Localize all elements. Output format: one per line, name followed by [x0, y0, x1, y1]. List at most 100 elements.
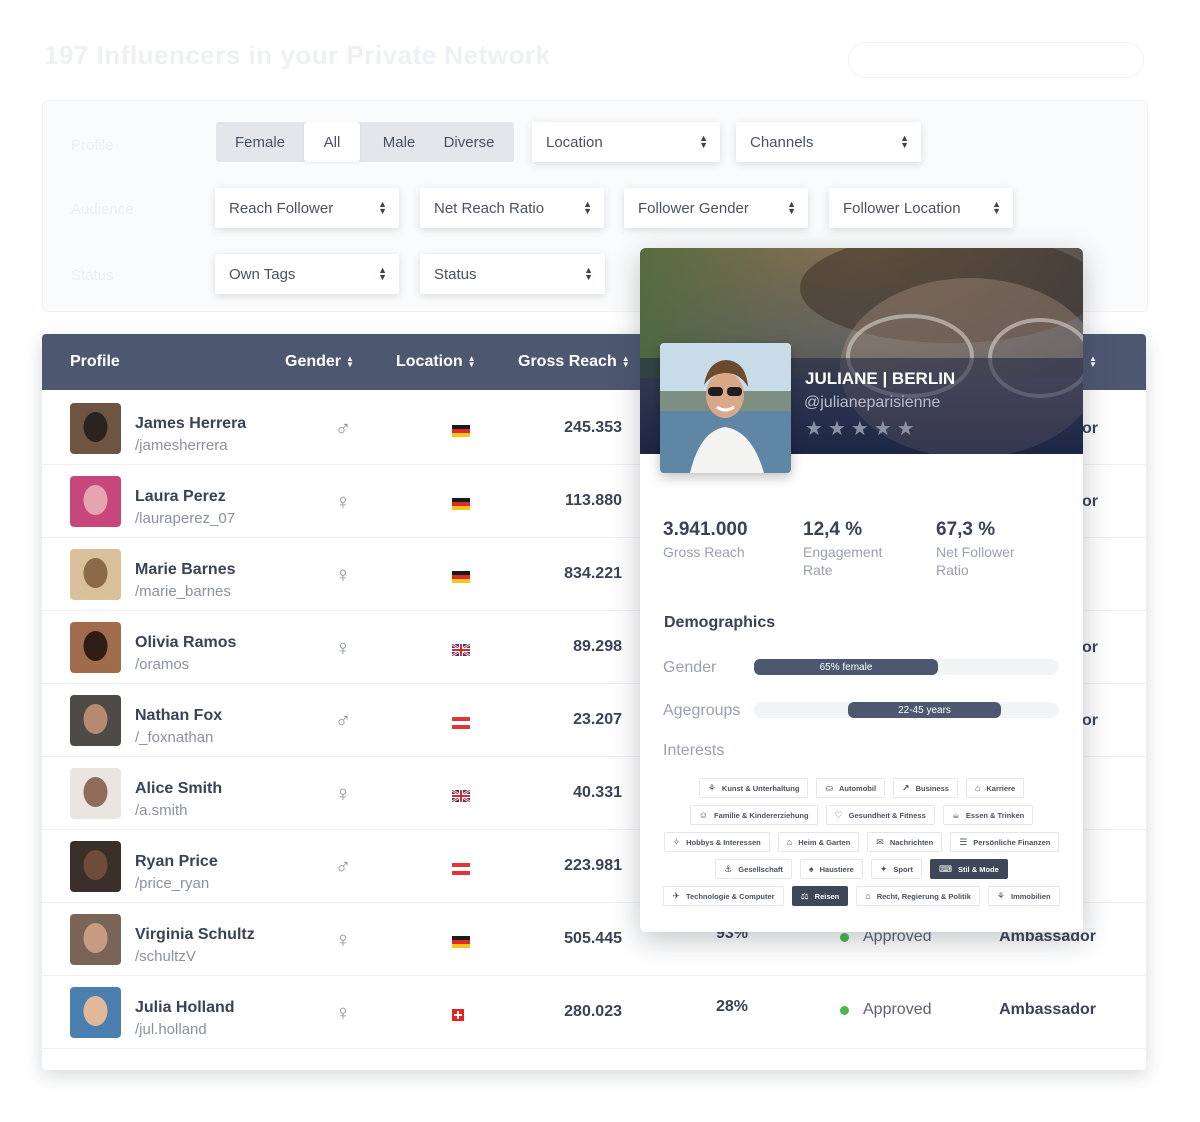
interest-chip[interactable]: ⌨ Stil & Mode: [929, 859, 1008, 879]
interest-category-icon: ↗: [902, 782, 910, 793]
avatar[interactable]: [70, 768, 121, 819]
column-header-gender[interactable]: Gender ▲ ▼: [285, 334, 354, 390]
female-icon: ♀: [334, 1000, 352, 1025]
interest-chip[interactable]: ⌂ Heim & Garten: [777, 832, 860, 852]
table-row[interactable]: Julia Holland/jul.holland ♀ 280.023 28% Appr…: [42, 976, 1146, 1049]
avatar[interactable]: [70, 476, 121, 527]
interest-chip[interactable]: ✈ Technologie & Computer: [663, 886, 784, 906]
influencer-name[interactable]: James Herrera: [135, 415, 246, 433]
star-icon[interactable]: ★: [874, 419, 892, 439]
interest-chip[interactable]: ⌂ Recht, Regierung & Politik: [856, 886, 980, 906]
status-dropdown[interactable]: Status ▲ ▼: [420, 254, 605, 294]
column-header-profile[interactable]: Profile: [70, 334, 120, 390]
follower-gender-dropdown[interactable]: Follower Gender ▲ ▼: [624, 188, 808, 228]
interest-chip[interactable]: ♡ Gesundheit & Fitness: [825, 805, 935, 825]
interest-chip[interactable]: ⚓ Gesellschaft: [715, 859, 792, 879]
interest-chip[interactable]: ↗ Business: [893, 778, 958, 798]
avatar[interactable]: [70, 987, 121, 1038]
interest-chip-label: Haustiere: [819, 864, 854, 874]
avatar[interactable]: [70, 914, 121, 965]
interest-chip-label: Essen & Trinken: [965, 810, 1025, 820]
own-tags-dropdown[interactable]: Own Tags ▲ ▼: [215, 254, 399, 294]
location-dropdown[interactable]: Location ▲ ▼: [532, 122, 720, 162]
reach-follower-dropdown[interactable]: Reach Follower ▲ ▼: [215, 188, 399, 228]
interest-chip[interactable]: ⚖ Reisen: [791, 886, 849, 906]
interest-chip[interactable]: ⚘ Immobilien: [987, 886, 1060, 906]
segment-male[interactable]: Male: [360, 122, 438, 162]
interest-chip[interactable]: ⌂ Karriere: [965, 778, 1025, 798]
female-icon: ♀: [334, 781, 352, 806]
star-icon[interactable]: ★: [897, 419, 915, 439]
segment-diverse[interactable]: Diverse: [438, 122, 500, 162]
influencer-name[interactable]: Nathan Fox: [135, 707, 222, 725]
interest-chip-label: Stil & Mode: [957, 864, 999, 874]
gross-reach-value: 245.353: [564, 419, 622, 436]
interest-chip-label: Gesellschaft: [738, 864, 783, 874]
star-icon[interactable]: ★: [851, 419, 869, 439]
stat-net-follower-label: Net Follower Ratio: [936, 544, 1015, 578]
gross-reach-value: 40.331: [573, 784, 622, 801]
influencer-name[interactable]: Marie Barnes: [135, 561, 236, 579]
column-header-hidden-sort[interactable]: ▲ ▼: [1084, 334, 1097, 390]
interest-chip-row: ⚘ Kunst & Unterhaltung ⛀ Automobil ↗ Business…: [660, 778, 1063, 798]
avatar[interactable]: [70, 403, 121, 454]
interest-chip[interactable]: ☕ Essen & Trinken: [942, 805, 1034, 825]
sort-arrows-icon: ▲ ▼: [699, 133, 708, 150]
flag-icon-de: [452, 935, 470, 948]
interest-category-icon: ☰: [959, 836, 968, 847]
influencer-name[interactable]: Ryan Price: [135, 853, 218, 871]
interest-chip-label: Reisen: [814, 891, 840, 901]
influencer-name[interactable]: Virginia Schultz: [135, 926, 255, 944]
interest-chip[interactable]: ⛀ Automobil: [816, 778, 886, 798]
interest-chip[interactable]: ✧ Hobbys & Interessen: [663, 832, 770, 852]
flag-icon-de: [452, 570, 470, 583]
influencer-name[interactable]: Alice Smith: [135, 780, 222, 798]
avatar[interactable]: [70, 622, 121, 673]
influencer-name[interactable]: Olivia Ramos: [135, 634, 236, 652]
female-icon: ♀: [334, 635, 352, 660]
interest-chip-label: Karriere: [986, 783, 1016, 793]
gender-bar-fill: 65% female: [754, 659, 938, 675]
interest-chip[interactable]: ✉ Nachrichten: [867, 832, 943, 852]
column-header-gross-reach[interactable]: Gross Reach ▲ ▼: [518, 334, 630, 390]
interest-chip[interactable]: ☺ Familie & Kindererziehung: [689, 805, 818, 825]
flag-icon-at: [452, 862, 470, 875]
search-input[interactable]: [848, 42, 1144, 78]
interest-chip-label: Nachrichten: [889, 837, 934, 847]
page-title: 197 Influencers in your Private Network: [44, 40, 551, 70]
avatar[interactable]: [70, 695, 121, 746]
interest-chip[interactable]: ♠ Haustiere: [799, 859, 863, 879]
avatar[interactable]: [70, 841, 121, 892]
star-icon[interactable]: ★: [828, 419, 846, 439]
interest-chip[interactable]: ✦ Sport: [870, 859, 922, 879]
interest-chip-row: ✈ Technologie & Computer ⚖ Reisen ⌂ Recht, Re…: [660, 886, 1063, 906]
net-reach-ratio-dropdown[interactable]: Net Reach Ratio ▲ ▼: [420, 188, 604, 228]
sort-icon: ▲ ▼: [346, 354, 354, 369]
interest-chip[interactable]: ☰ Persönliche Finanzen: [950, 832, 1060, 852]
channels-dropdown[interactable]: Channels ▲ ▼: [736, 122, 921, 162]
influencer-profile-card: JULIANE | BERLIN @julianeparisienne ★ ★ ★ ★…: [640, 248, 1083, 932]
reach-follower-label: Reach Follower: [229, 199, 334, 217]
approved-dot-icon: [840, 932, 849, 942]
channels-dropdown-label: Channels: [750, 133, 814, 151]
segment-all[interactable]: All: [304, 122, 360, 162]
sort-icon: ▲ ▼: [1089, 354, 1097, 369]
star-icon[interactable]: ★: [805, 419, 823, 439]
avatar[interactable]: [70, 549, 121, 600]
stat-gross-reach-label: Gross Reach: [663, 544, 745, 560]
stat-net-follower-value: 67,3 %: [936, 519, 996, 540]
stat-engagement-value: 12,4 %: [803, 519, 863, 540]
segment-female[interactable]: Female: [216, 122, 304, 162]
flag-icon-at: [452, 716, 470, 729]
influencer-handle: /schultzV: [135, 948, 196, 965]
status-text: Approved: [863, 1001, 932, 1018]
rating-stars[interactable]: ★ ★ ★ ★ ★: [805, 419, 915, 439]
influencer-name[interactable]: Julia Holland: [135, 999, 235, 1017]
column-header-location[interactable]: Location ▲ ▼: [396, 334, 476, 390]
gender-segmented-control: Female All Male Diverse: [216, 122, 514, 162]
flag-icon-de: [452, 497, 470, 510]
follower-location-label: Follower Location: [843, 199, 961, 217]
interest-chip[interactable]: ⚘ Kunst & Unterhaltung: [698, 778, 809, 798]
influencer-name[interactable]: Laura Perez: [135, 488, 226, 506]
follower-location-dropdown[interactable]: Follower Location ▲ ▼: [829, 188, 1013, 228]
